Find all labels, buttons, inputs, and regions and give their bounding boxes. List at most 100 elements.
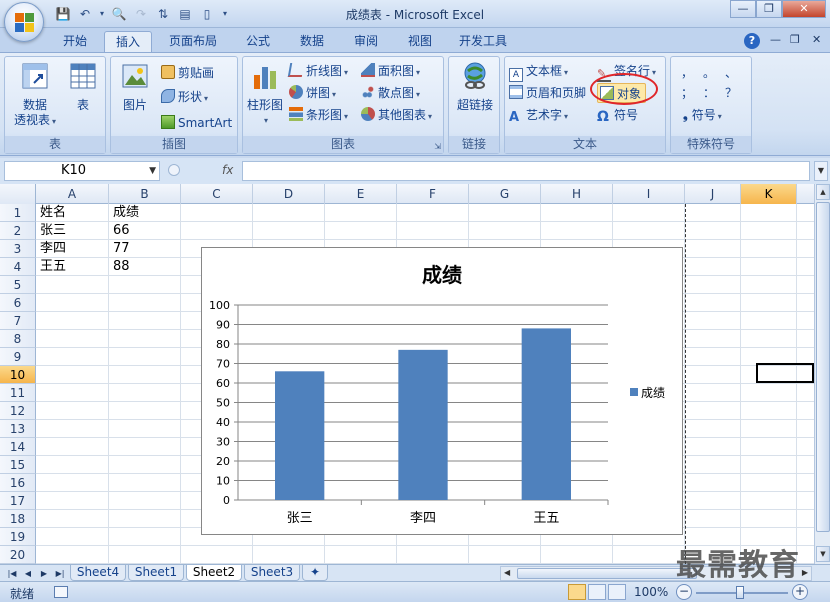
scatter-chart-button[interactable]: 散点图 ▾ xyxy=(361,83,420,103)
row-header-4[interactable]: 4 xyxy=(0,258,36,276)
name-box[interactable]: K10 ▼ xyxy=(4,161,160,181)
tab-view[interactable]: 视图 xyxy=(396,31,444,52)
picture-button[interactable]: 图片 xyxy=(115,61,155,113)
ribbon-restore-icon[interactable]: ❐ xyxy=(790,33,800,46)
row-header-16[interactable]: 16 xyxy=(0,474,36,492)
resize-handle-icon[interactable] xyxy=(168,164,180,176)
column-header-F[interactable]: F xyxy=(397,184,469,204)
cell-A1[interactable]: 姓名 xyxy=(37,204,66,222)
column-header-C[interactable]: C xyxy=(181,184,253,204)
embedded-chart[interactable]: 成绩 0 10 20 30 40 50 60 70 80 90 100 张三 李四 王五 成绩 xyxy=(201,247,683,535)
active-cell-K10[interactable] xyxy=(756,363,814,383)
page-break-preview-button[interactable] xyxy=(608,584,626,600)
tab-data[interactable]: 数据 xyxy=(288,31,336,52)
column-header-A[interactable]: A xyxy=(36,184,109,204)
next-sheet-icon[interactable]: ▶ xyxy=(38,567,50,580)
vertical-scroll-thumb[interactable] xyxy=(816,202,830,532)
page-layout-view-button[interactable] xyxy=(588,584,606,600)
symbol-colon[interactable]: ： xyxy=(703,83,715,103)
column-header-J[interactable]: J xyxy=(685,184,741,204)
maximize-button[interactable]: ❐ xyxy=(756,0,782,18)
insert-function-icon[interactable]: fx xyxy=(222,163,233,177)
column-header-D[interactable]: D xyxy=(253,184,325,204)
column-chart-button[interactable]: 柱形图 ▾ xyxy=(245,61,285,128)
close-button[interactable]: ✕ xyxy=(782,0,826,18)
row-header-9[interactable]: 9 xyxy=(0,348,36,366)
sheet-tab-sheet4[interactable]: Sheet4 xyxy=(70,565,126,581)
row-header-3[interactable]: 3 xyxy=(0,240,36,258)
cell-B4[interactable]: 88 xyxy=(110,258,130,276)
row-header-2[interactable]: 2 xyxy=(0,222,36,240)
row-header-17[interactable]: 17 xyxy=(0,492,36,510)
column-header-G[interactable]: G xyxy=(469,184,541,204)
smartart-button[interactable]: SmartArt xyxy=(161,113,232,133)
vertical-scrollbar[interactable]: ▲ ▼ xyxy=(814,184,830,564)
scroll-left-icon[interactable]: ◀ xyxy=(504,568,510,577)
header-footer-button[interactable]: 页眉和页脚 xyxy=(509,83,586,103)
row-header-7[interactable]: 7 xyxy=(0,312,36,330)
macro-record-icon[interactable] xyxy=(54,586,68,598)
row-header-14[interactable]: 14 xyxy=(0,438,36,456)
first-sheet-icon[interactable]: |◀ xyxy=(6,567,18,580)
row-header-19[interactable]: 19 xyxy=(0,528,36,546)
dialog-launcher-icon[interactable]: ⇲ xyxy=(434,142,441,151)
cell-A2[interactable]: 张三 xyxy=(37,222,66,240)
pivot-table-button[interactable]: 数据 透视表 ▾ xyxy=(9,61,61,129)
tab-insert[interactable]: 插入 xyxy=(104,31,152,52)
tab-formulas[interactable]: 公式 xyxy=(234,31,282,52)
wordart-button[interactable]: A 艺术字 ▾ xyxy=(509,105,568,125)
row-header-11[interactable]: 11 xyxy=(0,384,36,402)
hyperlink-button[interactable]: 超链接 xyxy=(453,61,497,113)
chevron-down-icon[interactable]: ▼ xyxy=(149,162,156,180)
row-header-12[interactable]: 12 xyxy=(0,402,36,420)
zoom-slider-thumb[interactable] xyxy=(736,586,744,599)
select-all-corner[interactable] xyxy=(0,184,36,204)
shapes-button[interactable]: 形状 ▾ xyxy=(161,87,208,107)
symbol-button[interactable]: Ω 符号 xyxy=(597,105,638,125)
symbol-question[interactable]: ？ xyxy=(725,83,737,103)
symbol-enumeration-comma[interactable]: 、 xyxy=(725,63,737,83)
row-header-13[interactable]: 13 xyxy=(0,420,36,438)
last-sheet-icon[interactable]: ▶| xyxy=(54,567,66,580)
cell-A3[interactable]: 李四 xyxy=(37,240,66,258)
sheet-tab-sheet1[interactable]: Sheet1 xyxy=(128,565,184,581)
row-header-20[interactable]: 20 xyxy=(0,546,36,564)
row-header-15[interactable]: 15 xyxy=(0,456,36,474)
column-header-E[interactable]: E xyxy=(325,184,397,204)
minimize-button[interactable]: — xyxy=(730,0,756,18)
scroll-right-icon[interactable]: ▶ xyxy=(802,568,808,577)
area-chart-button[interactable]: 面积图 ▾ xyxy=(361,61,420,81)
bar-chart-button[interactable]: 条形图 ▾ xyxy=(289,105,348,125)
pie-chart-button[interactable]: 饼图 ▾ xyxy=(289,83,336,103)
zoom-level[interactable]: 100% xyxy=(634,585,668,599)
clipart-button[interactable]: 剪贴画 xyxy=(161,63,214,83)
help-icon[interactable]: ? xyxy=(744,33,760,49)
prev-sheet-icon[interactable]: ◀ xyxy=(22,567,34,580)
special-symbol-button[interactable]: ❟ 符号 ▾ xyxy=(683,105,722,125)
row-header-8[interactable]: 8 xyxy=(0,330,36,348)
ribbon-close-icon[interactable]: ✕ xyxy=(812,33,821,46)
tab-home[interactable]: 开始 xyxy=(52,31,98,52)
cell-B3[interactable]: 77 xyxy=(110,240,130,258)
other-charts-button[interactable]: 其他图表 ▾ xyxy=(361,105,432,125)
symbol-semicolon[interactable]: ； xyxy=(681,83,693,103)
column-header-K[interactable]: K xyxy=(741,184,797,204)
scroll-up-icon[interactable]: ▲ xyxy=(816,184,830,200)
cell-A4[interactable]: 王五 xyxy=(37,258,66,276)
normal-view-button[interactable] xyxy=(568,584,586,600)
symbol-period[interactable]: 。 xyxy=(703,63,715,83)
cell-B2[interactable]: 66 xyxy=(110,222,130,240)
table-button[interactable]: 表 xyxy=(63,61,103,113)
expand-formula-bar-icon[interactable]: ▼ xyxy=(814,161,828,181)
tab-review[interactable]: 审阅 xyxy=(342,31,390,52)
symbol-comma[interactable]: ， xyxy=(681,63,693,83)
formula-input[interactable] xyxy=(242,161,810,181)
row-header-6[interactable]: 6 xyxy=(0,294,36,312)
cell-B1[interactable]: 成绩 xyxy=(110,204,139,222)
horizontal-scroll-thumb[interactable] xyxy=(517,568,697,579)
column-header-H[interactable]: H xyxy=(541,184,613,204)
row-header-18[interactable]: 18 xyxy=(0,510,36,528)
sheet-tab-sheet3[interactable]: Sheet3 xyxy=(244,565,300,581)
textbox-button[interactable]: A 文本框 ▾ xyxy=(509,61,568,82)
row-header-10[interactable]: 10 xyxy=(0,366,36,384)
